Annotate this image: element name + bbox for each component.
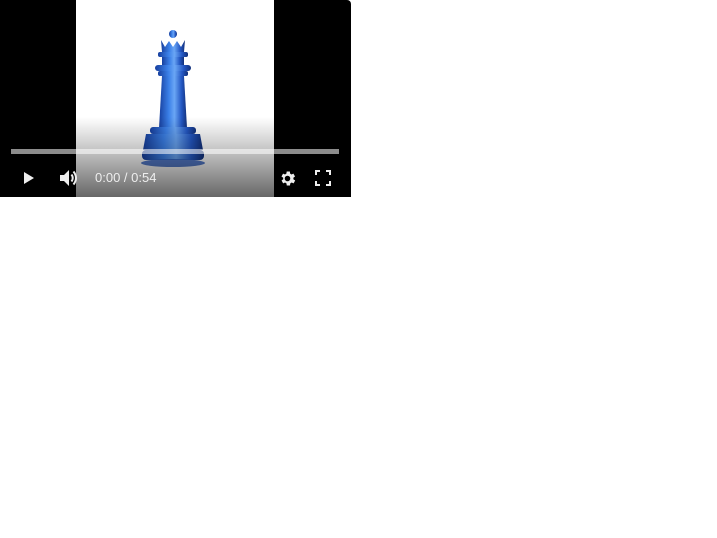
fullscreen-icon (315, 170, 331, 186)
current-time: 0:00 (95, 170, 121, 185)
video-player[interactable]: 0:00 / 0:54 (0, 0, 351, 197)
settings-button[interactable] (273, 165, 301, 191)
volume-button[interactable] (55, 165, 83, 191)
play-button[interactable] (14, 165, 42, 191)
play-icon (24, 172, 34, 184)
time-display: 0:00 / 0:54 (95, 170, 156, 186)
duration: 0:54 (131, 170, 157, 185)
progress-bar[interactable] (11, 149, 339, 154)
volume-icon (60, 170, 77, 186)
chess-queen-image (141, 30, 205, 167)
time-separator: / (120, 170, 132, 185)
fullscreen-button[interactable] (309, 165, 337, 191)
gear-icon (280, 171, 295, 185)
video-frame[interactable] (76, 0, 274, 197)
